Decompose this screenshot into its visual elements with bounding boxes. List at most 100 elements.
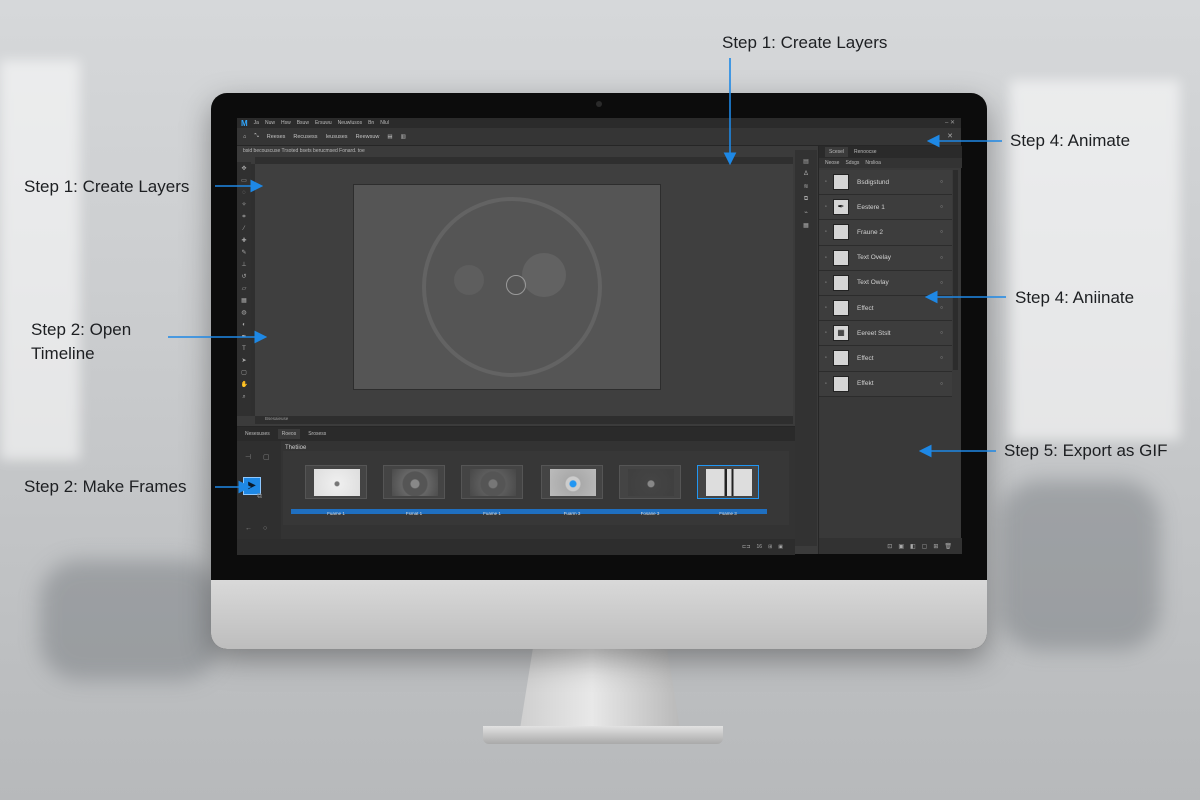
- back-icon[interactable]: ←: [245, 525, 252, 532]
- shape-tool-icon[interactable]: ▢: [241, 370, 248, 377]
- layer-options-icon[interactable]: ○: [940, 229, 952, 235]
- layer-row[interactable]: ◦ Effect ○: [819, 346, 952, 372]
- tween-icon[interactable]: ⊏⊐: [742, 544, 750, 550]
- layer-row[interactable]: ◦ ✒ Eestere 1 ○: [819, 195, 952, 221]
- adjust-icon[interactable]: Δ: [804, 171, 808, 177]
- history-brush-icon[interactable]: ↺: [241, 274, 248, 281]
- delete-frame-icon[interactable]: ▣: [778, 544, 783, 550]
- lasso-tool-icon[interactable]: ◌: [241, 190, 248, 197]
- move-tool-icon[interactable]: ⤡: [254, 133, 258, 140]
- stamp-tool-icon[interactable]: ⊥: [241, 262, 248, 269]
- type-tool-icon[interactable]: T: [241, 346, 248, 353]
- option-item[interactable]: Reewsuw: [356, 134, 380, 140]
- panel-scrollbar[interactable]: [953, 170, 958, 370]
- timeline-tab[interactable]: Roeos: [277, 429, 301, 439]
- zoom-tool-icon[interactable]: ⌕: [241, 394, 248, 401]
- distribute-icon[interactable]: ▥: [401, 134, 406, 140]
- menu-item[interactable]: Bsuw: [297, 120, 309, 126]
- visibility-icon[interactable]: ◦: [819, 204, 833, 210]
- layer-row[interactable]: ◦ ▦ Eereet Stslt ○: [819, 321, 952, 347]
- layer-row[interactable]: ◦ Text Owlay ○: [819, 270, 952, 296]
- eraser-tool-icon[interactable]: ▱: [241, 286, 248, 293]
- move-tool-icon[interactable]: ✥: [241, 166, 248, 173]
- crop-tool-icon[interactable]: ⌗: [241, 214, 248, 221]
- cycle-icon[interactable]: ○: [263, 525, 267, 532]
- window-controls-icon[interactable]: – ✕: [945, 119, 955, 126]
- option-item[interactable]: Ieususes: [326, 134, 348, 140]
- eyedropper-tool-icon[interactable]: ⁄: [241, 226, 248, 233]
- panel-subtab[interactable]: Sdsgs: [845, 160, 859, 166]
- path-tool-icon[interactable]: ➤: [241, 358, 248, 365]
- frame-thumbnail-selected[interactable]: [697, 465, 759, 499]
- menu-item[interactable]: Ersuwu: [315, 120, 332, 126]
- hand-tool-icon[interactable]: ✋: [241, 382, 248, 389]
- close-icon[interactable]: ✕: [947, 132, 953, 140]
- frame-thumbnail[interactable]: [461, 465, 523, 499]
- align-icon[interactable]: ▤: [387, 134, 392, 140]
- fx-icon[interactable]: ▣: [898, 543, 904, 550]
- layer-row[interactable]: ◦ Bsdigstund ○: [819, 170, 952, 196]
- gradient-tool-icon[interactable]: ▦: [241, 298, 248, 305]
- panel-subtab[interactable]: Neose: [825, 160, 839, 166]
- visibility-icon[interactable]: ◦: [819, 330, 833, 336]
- properties-icon[interactable]: ≋: [803, 183, 808, 190]
- layer-stack-icon[interactable]: ⧉: [257, 493, 262, 501]
- canvas-area[interactable]: [255, 164, 793, 416]
- option-item[interactable]: Recusess: [293, 134, 317, 140]
- duplicate-frame-icon[interactable]: ⊞: [768, 544, 772, 550]
- visibility-icon[interactable]: ◦: [819, 280, 833, 286]
- layer-options-icon[interactable]: ○: [940, 330, 952, 336]
- home-icon[interactable]: ⌂: [243, 134, 246, 140]
- menu-item[interactable]: Nuw: [265, 120, 275, 126]
- artboard[interactable]: [353, 184, 661, 390]
- menu-item[interactable]: Bn: [368, 120, 374, 126]
- menu-item[interactable]: Hsw: [281, 120, 291, 126]
- layer-row[interactable]: ◦ Effekt ○: [819, 371, 952, 397]
- panel-tab[interactable]: Scesel: [825, 147, 849, 157]
- brush-tool-icon[interactable]: ✎: [241, 250, 248, 257]
- document-tab[interactable]: bsid becouscuse Trsoted bsets berucmsed …: [243, 148, 365, 156]
- visibility-icon[interactable]: ◦: [819, 229, 833, 235]
- option-item[interactable]: Reeses: [267, 134, 286, 140]
- mask-icon[interactable]: ◧: [910, 543, 916, 550]
- visibility-icon[interactable]: ◦: [819, 255, 833, 261]
- layer-options-icon[interactable]: ○: [940, 355, 952, 361]
- panel-subtab[interactable]: Nrslioa: [865, 160, 881, 166]
- history-icon[interactable]: ▤: [803, 158, 809, 165]
- frame-thumbnail[interactable]: [305, 465, 367, 499]
- menu-item[interactable]: Nlul: [380, 120, 389, 126]
- wand-tool-icon[interactable]: ✧: [241, 202, 248, 209]
- healing-tool-icon[interactable]: ✚: [241, 238, 248, 245]
- blur-tool-icon[interactable]: ◍: [241, 310, 248, 317]
- swatches-icon[interactable]: ▦: [803, 222, 809, 229]
- timeline-tab[interactable]: Srosess: [304, 429, 330, 439]
- frame-thumbnail[interactable]: [541, 465, 603, 499]
- pen-tool-icon[interactable]: ✒: [241, 334, 248, 341]
- new-layer-icon[interactable]: ⊞: [933, 543, 938, 550]
- menu-item[interactable]: Ja: [254, 120, 259, 126]
- layer-options-icon[interactable]: ○: [940, 305, 952, 311]
- link-icon[interactable]: ⊡: [887, 543, 892, 550]
- visibility-icon[interactable]: ◦: [819, 381, 833, 387]
- channels-icon[interactable]: ⧉: [804, 196, 808, 203]
- frame-thumbnail[interactable]: [383, 465, 445, 499]
- layer-options-icon[interactable]: ○: [940, 204, 952, 210]
- layer-row[interactable]: ◦ Fraune 2 ○: [819, 220, 952, 246]
- frame-thumbnail[interactable]: [619, 465, 681, 499]
- timeline-tab[interactable]: Nesesuses: [241, 429, 274, 439]
- loop-icon[interactable]: ▢: [263, 453, 270, 461]
- marquee-tool-icon[interactable]: ▭: [241, 178, 248, 185]
- layer-options-icon[interactable]: ○: [940, 280, 952, 286]
- layer-options-icon[interactable]: ○: [940, 179, 952, 185]
- layer-options-icon[interactable]: ○: [940, 255, 952, 261]
- layer-row[interactable]: ◦ Text Ovelay ○: [819, 245, 952, 271]
- layer-row[interactable]: ◦ Effect ○: [819, 295, 952, 322]
- dodge-tool-icon[interactable]: ◐: [241, 322, 248, 329]
- visibility-icon[interactable]: ◦: [819, 355, 833, 361]
- layer-options-icon[interactable]: ○: [940, 381, 952, 387]
- paths-icon[interactable]: ⌁: [804, 209, 808, 216]
- panel-tab[interactable]: Renoocse: [854, 149, 877, 155]
- trash-icon[interactable]: 🗑: [944, 543, 952, 550]
- first-frame-icon[interactable]: ⊣: [245, 453, 251, 461]
- folder-icon[interactable]: ▢: [922, 543, 928, 550]
